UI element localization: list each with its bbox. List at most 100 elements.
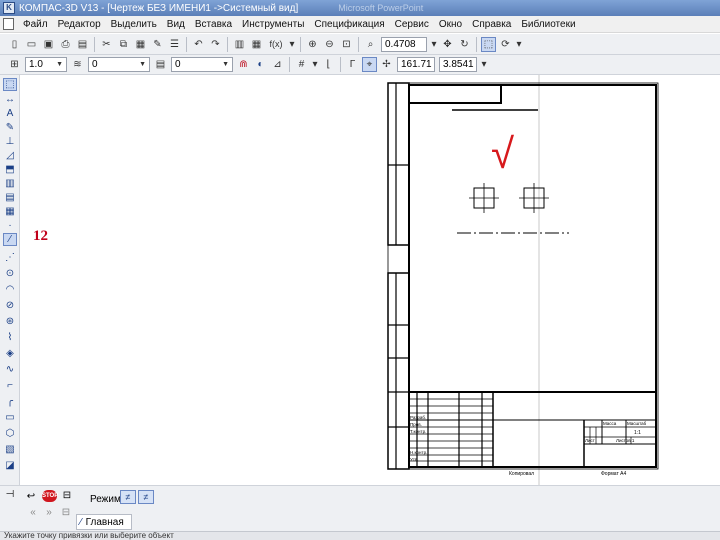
manager-icon[interactable]: ▥ bbox=[232, 37, 247, 52]
measure-panel-icon[interactable]: ◿ bbox=[3, 149, 17, 162]
variables-icon[interactable]: f(x) bbox=[266, 37, 286, 52]
auxiliary-line-icon[interactable]: ⋰ bbox=[3, 251, 17, 264]
editing-panel-icon[interactable]: ✎ bbox=[3, 121, 17, 134]
grid-table-icon[interactable]: ▦ bbox=[249, 37, 264, 52]
spec-panel-icon[interactable]: ▤ bbox=[3, 191, 17, 204]
fill-tool-icon[interactable]: ◈ bbox=[3, 347, 17, 360]
toolbar-overflow-icon[interactable]: ▾ bbox=[288, 37, 296, 52]
menu-tools[interactable]: Инструменты bbox=[237, 19, 309, 30]
cut-icon[interactable]: ✂ bbox=[99, 37, 114, 52]
color-icon[interactable]: ◐ bbox=[253, 57, 268, 72]
property-panel: ⊣ ↩ STOP ⊟ « » ⊟ Режим ≠ ≠ ⁄ Главная bbox=[0, 485, 720, 531]
layer-field[interactable]: 0 ▼ bbox=[88, 57, 150, 72]
segment-tool-icon[interactable]: ⁄ bbox=[3, 233, 17, 246]
menu-insert[interactable]: Вставка bbox=[190, 19, 237, 30]
menu-specification[interactable]: Спецификация bbox=[309, 19, 389, 30]
circle-tool-icon[interactable]: ⊙ bbox=[3, 267, 17, 280]
preview-icon[interactable]: ▤ bbox=[75, 37, 90, 52]
chamfer-tool-icon[interactable]: ⌐ bbox=[3, 379, 17, 392]
tab-main[interactable]: ⁄ Главная bbox=[76, 514, 132, 530]
document-icon[interactable] bbox=[3, 18, 14, 30]
spline-tool-icon[interactable]: ∿ bbox=[3, 363, 17, 376]
paste-icon[interactable]: ▦ bbox=[133, 37, 148, 52]
pan-icon[interactable]: ✥ bbox=[440, 37, 455, 52]
pin-icon[interactable]: ⊣ bbox=[4, 488, 16, 502]
menu-file[interactable]: Файл bbox=[18, 19, 53, 30]
coord-y-field[interactable]: 3.8541 bbox=[439, 57, 477, 72]
format-painter-icon[interactable]: ✎ bbox=[150, 37, 165, 52]
menu-window[interactable]: Окно bbox=[434, 19, 467, 30]
ortho-mode-icon[interactable]: Γ bbox=[345, 57, 360, 72]
step-cursor-icon[interactable]: ⊞ bbox=[7, 57, 22, 72]
panel-nav-icon[interactable]: ⊟ bbox=[60, 506, 72, 520]
contour-tool-icon[interactable]: ◪ bbox=[3, 459, 17, 472]
select-panel-icon[interactable]: ⬒ bbox=[3, 163, 17, 176]
menu-select[interactable]: Выделить bbox=[106, 19, 162, 30]
zoom-in-icon[interactable]: ⊕ bbox=[305, 37, 320, 52]
circle-center-icon[interactable]: ⊛ bbox=[3, 315, 17, 328]
associative-views-icon[interactable]: ▥ bbox=[3, 177, 17, 190]
panel-menu-icon[interactable]: ⊟ bbox=[62, 489, 72, 503]
layer-icon[interactable]: ≋ bbox=[70, 57, 85, 72]
menu-service[interactable]: Сервис bbox=[390, 19, 434, 30]
step-field[interactable]: 1.0 ▼ bbox=[25, 57, 67, 72]
menu-view[interactable]: Вид bbox=[162, 19, 190, 30]
toolbar-overflow-icon-3[interactable]: ▾ bbox=[480, 57, 488, 72]
cursor-coords-icon[interactable]: ✢ bbox=[379, 57, 394, 72]
reports-panel-icon[interactable]: ▦ bbox=[3, 205, 17, 218]
mode-button-2[interactable]: ≠ bbox=[138, 490, 154, 504]
stop-button[interactable]: STOP bbox=[42, 490, 58, 502]
zoom-dropdown-icon[interactable]: ▾ bbox=[430, 37, 438, 52]
menu-libraries[interactable]: Библиотеки bbox=[516, 19, 580, 30]
mode-button-1[interactable]: ≠ bbox=[120, 490, 136, 504]
local-cs-icon[interactable]: ⌊ bbox=[321, 57, 336, 72]
coord-x-field[interactable]: 161.71 bbox=[397, 57, 435, 72]
magnet-icon[interactable]: ⋒ bbox=[236, 57, 251, 72]
zoom-out-icon[interactable]: ⊖ bbox=[322, 37, 337, 52]
layer-value: 0 bbox=[92, 59, 98, 70]
arc-tool-icon[interactable]: ◠ bbox=[3, 283, 17, 296]
refresh-icon[interactable]: ⟳ bbox=[498, 37, 513, 52]
back-icon[interactable]: « bbox=[26, 506, 40, 520]
hole-mark-left bbox=[469, 183, 499, 213]
footer-copied: Копировал bbox=[509, 471, 534, 477]
zoom-window-icon[interactable]: ⊡ bbox=[339, 37, 354, 52]
auto-create-icon[interactable]: ↩ bbox=[24, 490, 38, 504]
open-folder-icon[interactable]: ▭ bbox=[24, 37, 39, 52]
polyline-tool-icon[interactable]: ⌇ bbox=[3, 331, 17, 344]
redo-icon[interactable]: ↷ bbox=[208, 37, 223, 52]
properties-icon[interactable]: ☰ bbox=[167, 37, 182, 52]
ortho-icon[interactable]: ⊿ bbox=[270, 57, 285, 72]
forward-icon[interactable]: » bbox=[42, 506, 56, 520]
menu-editor[interactable]: Редактор bbox=[53, 19, 106, 30]
style-icon[interactable]: ▤ bbox=[153, 57, 168, 72]
fillet-tool-icon[interactable]: ╭ bbox=[3, 395, 17, 408]
ellipse-tool-icon[interactable]: ⊘ bbox=[3, 299, 17, 312]
geometry-panel-icon[interactable]: ⬚ bbox=[3, 78, 17, 91]
zoom-field[interactable]: 0.4708 bbox=[381, 36, 427, 52]
grid-dropdown-icon[interactable]: ▾ bbox=[311, 57, 319, 72]
rectangle-tool-icon[interactable]: ▭ bbox=[3, 411, 17, 424]
menu-help[interactable]: Справка bbox=[467, 19, 516, 30]
hatch-tool-icon[interactable]: ▧ bbox=[3, 443, 17, 456]
select-mode-icon[interactable]: ⬚ bbox=[481, 36, 496, 52]
notation-panel-icon[interactable]: A bbox=[3, 107, 17, 120]
save-icon[interactable]: ▣ bbox=[41, 37, 56, 52]
drawing-canvas[interactable]: 12 √ Разраб. Пров. Т.контр. Н.контр. Утв… bbox=[21, 75, 720, 485]
new-document-icon[interactable]: ▯ bbox=[7, 37, 22, 52]
zoom-scale-icon[interactable]: ⌕ bbox=[363, 37, 378, 52]
polygon-tool-icon[interactable]: ⬡ bbox=[3, 427, 17, 440]
point-icon[interactable]: · bbox=[3, 219, 17, 232]
kompas-app-icon: K bbox=[3, 2, 15, 14]
style-field[interactable]: 0 ▼ bbox=[171, 57, 233, 72]
print-icon[interactable]: ⎙ bbox=[58, 37, 73, 52]
snap-icon[interactable]: ⌖ bbox=[362, 57, 377, 72]
rotate-icon[interactable]: ↻ bbox=[457, 37, 472, 52]
undo-icon[interactable]: ↶ bbox=[191, 37, 206, 52]
parametrization-panel-icon[interactable]: ⊥ bbox=[3, 135, 17, 148]
toolbar-overflow-icon-2[interactable]: ▾ bbox=[515, 37, 523, 52]
step-value: 1.0 bbox=[29, 59, 43, 70]
grid-icon[interactable]: # bbox=[294, 57, 309, 72]
dimensions-panel-icon[interactable]: ↔ bbox=[3, 93, 17, 106]
copy-icon[interactable]: ⧉ bbox=[116, 37, 131, 52]
